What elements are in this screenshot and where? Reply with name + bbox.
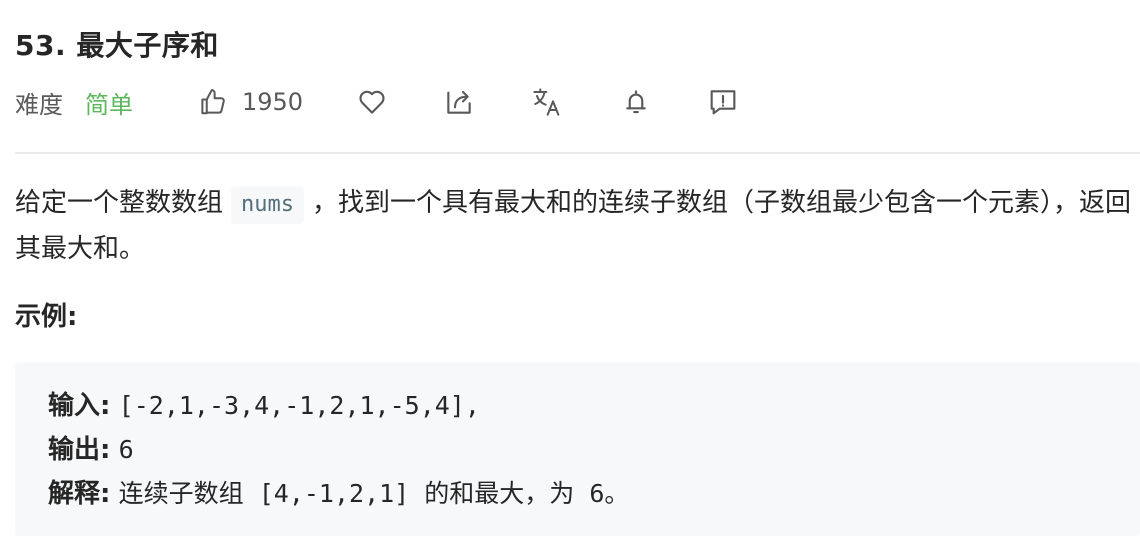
problem-title: 53. 最大子序和	[15, 29, 219, 62]
example-heading: 示例:	[15, 302, 78, 332]
difficulty-value: 简单	[85, 90, 133, 119]
example-output-line: 输出: 6	[48, 428, 134, 472]
explain-value: 连续子数组 [4,-1,2,1] 的和最大，为 6。	[118, 479, 630, 508]
header-divider	[15, 152, 1140, 154]
description-text-before: 给定一个整数数组	[15, 188, 224, 218]
example-explain-line: 解释: 连续子数组 [4,-1,2,1] 的和最大，为 6。	[48, 472, 629, 516]
like-count: 1950	[242, 88, 304, 116]
inline-code-nums: nums	[231, 186, 304, 224]
input-value: [-2,1,-3,4,-1,2,1,-5,4],	[118, 391, 480, 420]
translate-icon	[531, 86, 563, 118]
feedback-button[interactable]	[707, 82, 739, 122]
example-input-line: 输入: [-2,1,-3,4,-1,2,1,-5,4],	[48, 384, 480, 428]
share-icon	[443, 86, 475, 118]
difficulty: 难度 简单	[15, 82, 133, 122]
output-label: 输出:	[48, 435, 111, 465]
difficulty-label: 难度	[15, 90, 63, 119]
favorite-button[interactable]	[357, 82, 387, 122]
problem-description: 给定一个整数数组 nums ，找到一个具有最大和的连续子数组（子数组最少包含一个元素…	[15, 180, 1135, 272]
explain-label: 解释:	[48, 479, 111, 509]
like-button[interactable]: 1950	[198, 82, 303, 122]
input-label: 输入:	[48, 391, 111, 421]
output-value: 6	[118, 435, 134, 464]
problem-meta-toolbar: 难度 简单 1950	[15, 82, 775, 122]
feedback-icon	[707, 86, 739, 118]
bell-icon	[621, 87, 651, 117]
heart-icon	[357, 87, 387, 117]
thumbs-up-icon	[198, 87, 228, 117]
share-button[interactable]	[443, 82, 475, 122]
translate-button[interactable]	[531, 82, 563, 122]
example-code-block: 输入: [-2,1,-3,4,-1,2,1,-5,4], 输出: 6 解释: 连…	[15, 362, 1140, 536]
notify-button[interactable]	[621, 82, 651, 122]
